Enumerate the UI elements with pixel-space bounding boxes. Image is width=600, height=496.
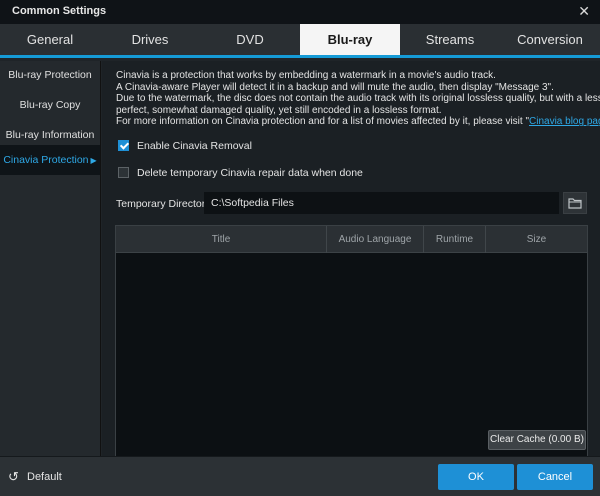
tab-streams[interactable]: Streams: [400, 24, 500, 55]
browse-folder-button[interactable]: [563, 192, 587, 214]
description-text: For more information on Cinavia protecti…: [116, 116, 530, 128]
reset-icon: ↺: [8, 469, 19, 484]
delete-temp-data-label: Delete temporary Cinavia repair data whe…: [137, 167, 363, 179]
tab-general[interactable]: General: [0, 24, 100, 55]
chevron-right-icon: ▶: [90, 156, 97, 165]
sidebar-item-blu-ray-protection[interactable]: Blu-ray Protection: [0, 61, 100, 89]
description-line: Due to the watermark, the disc does not …: [116, 93, 600, 105]
default-label: Default: [27, 471, 62, 483]
tab-drives[interactable]: Drives: [100, 24, 200, 55]
close-icon[interactable]: ✕: [578, 3, 590, 20]
title-bar: Common Settings ✕: [0, 0, 600, 24]
tab-dvd[interactable]: DVD: [200, 24, 300, 55]
tab-conversion[interactable]: Conversion: [500, 24, 600, 55]
column-header-audio-language[interactable]: Audio Language: [327, 226, 424, 253]
sidebar-item-blu-ray-copy[interactable]: Blu-ray Copy: [0, 91, 100, 119]
clear-cache-button[interactable]: Clear Cache (0.00 B): [488, 430, 586, 450]
ok-button[interactable]: OK: [438, 464, 514, 490]
description-line: perfect, somewhat damaged quality, yet s…: [116, 104, 442, 116]
temporary-directory-input[interactable]: [204, 192, 559, 214]
folder-icon: [568, 198, 582, 209]
description-line: For more information on Cinavia protecti…: [116, 116, 600, 128]
sidebar-item-label: Cinavia Protection: [3, 154, 89, 166]
window-title: Common Settings: [12, 5, 107, 17]
tab-blu-ray[interactable]: Blu-ray: [300, 24, 400, 55]
main-content: Cinavia is a protection that works by em…: [102, 61, 600, 485]
column-header-runtime[interactable]: Runtime: [424, 226, 486, 253]
delete-temp-data-checkbox[interactable]: [118, 167, 129, 178]
cinavia-description: Cinavia is a protection that works by em…: [116, 70, 600, 128]
sidebar-item-cinavia-protection[interactable]: Cinavia Protection ▶: [0, 145, 100, 175]
cinavia-blog-link[interactable]: Cinavia blog page: [529, 116, 600, 127]
tab-bar: General Drives DVD Blu-ray Streams Conve…: [0, 24, 600, 58]
footer-bar: ↺ Default OK Cancel: [0, 456, 600, 496]
column-header-title[interactable]: Title: [116, 226, 327, 253]
temporary-directory-label: Temporary Directory: [116, 198, 211, 210]
enable-cinavia-label: Enable Cinavia Removal: [137, 140, 252, 152]
description-line: Cinavia is a protection that works by em…: [116, 70, 496, 81]
enable-cinavia-checkbox[interactable]: [118, 140, 129, 151]
column-header-size[interactable]: Size: [486, 226, 587, 253]
description-line: A Cinavia-aware Player will detect it in…: [116, 81, 554, 93]
sidebar: Blu-ray Protection Blu-ray Copy Blu-ray …: [0, 61, 101, 456]
table-header: Title Audio Language Runtime Size: [116, 226, 587, 253]
cancel-button[interactable]: Cancel: [517, 464, 593, 490]
